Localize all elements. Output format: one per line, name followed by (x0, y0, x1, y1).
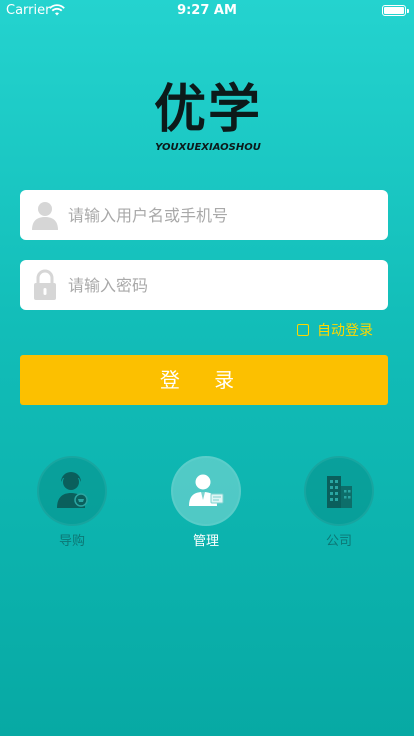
role-circle (37, 456, 107, 526)
role-circle (304, 456, 374, 526)
role-label-shopping-guide: 导购 (58, 534, 85, 549)
password-field[interactable] (20, 260, 388, 310)
role-label-company: 公司 (325, 534, 352, 549)
role-label-manager: 管理 (192, 534, 219, 549)
auto-login-checkbox[interactable] (297, 324, 309, 336)
company-building-icon (327, 476, 352, 508)
role-button-shopping-guide[interactable]: 导购 (37, 456, 107, 551)
logo-mark: 优学 (153, 80, 262, 140)
role-button-company[interactable]: 公司 (304, 456, 374, 551)
app-logo: 优学 YOUXUEXIAOSHOU (146, 80, 270, 160)
role-button-manager[interactable]: 管理 (171, 456, 241, 551)
battery-icon (382, 5, 409, 16)
shopping-guide-icon (57, 472, 88, 508)
auto-login-toggle[interactable]: 自动登录 (297, 320, 373, 340)
login-button[interactable]: 登 录 (20, 355, 388, 405)
role-circle (171, 456, 241, 526)
username-input[interactable] (68, 190, 378, 240)
lock-icon (34, 269, 56, 300)
status-bar: Carrier 9:27 AM (0, 0, 414, 20)
logo-subtitle: YOUXUEXIAOSHOU (155, 142, 261, 153)
clock: 9:27 AM (177, 3, 237, 18)
manager-icon (189, 474, 224, 506)
user-icon (32, 202, 58, 230)
username-field[interactable] (20, 190, 388, 240)
password-input[interactable] (68, 260, 378, 310)
auto-login-label: 自动登录 (317, 323, 373, 339)
